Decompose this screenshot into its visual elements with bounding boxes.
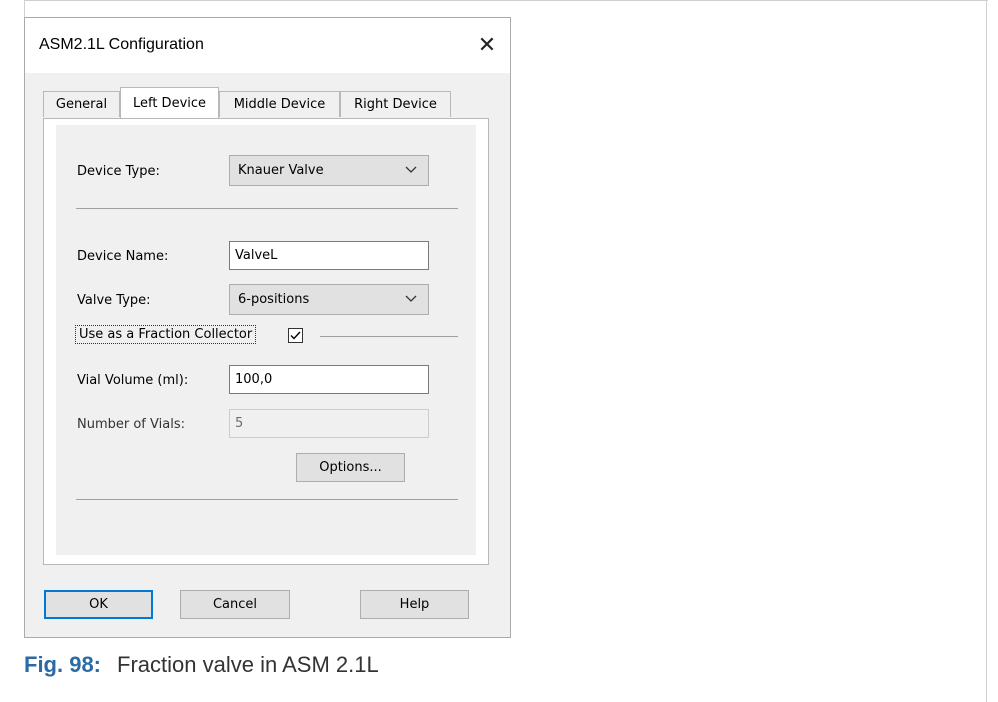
close-icon[interactable]: ✕ xyxy=(473,31,501,59)
dialog-title: ASM2.1L Configuration xyxy=(39,36,204,53)
configuration-dialog: ASM2.1L Configuration ✕ General Left Dev… xyxy=(24,17,511,638)
help-button[interactable]: Help xyxy=(360,590,469,619)
ok-button[interactable]: OK xyxy=(44,590,153,619)
vial-volume-field[interactable] xyxy=(229,365,429,394)
figure-caption-text: Fraction valve in ASM 2.1L xyxy=(117,652,379,677)
dialog-titlebar: ASM2.1L Configuration ✕ xyxy=(25,18,510,73)
number-of-vials-field xyxy=(229,409,429,438)
fraction-collector-label[interactable]: Use as a Fraction Collector xyxy=(75,325,257,344)
separator xyxy=(76,499,458,500)
device-type-dropdown[interactable]: Knauer Valve xyxy=(229,155,429,186)
device-settings-area: Device Type: Knauer Valve Device Name: V… xyxy=(56,125,476,555)
figure-caption: Fig. 98: Fraction valve in ASM 2.1L xyxy=(24,652,379,678)
tab-middle-device[interactable]: Middle Device xyxy=(219,91,340,117)
fraction-collector-checkbox[interactable] xyxy=(288,328,303,343)
device-name-input[interactable] xyxy=(230,242,428,269)
chevron-down-icon xyxy=(405,166,417,173)
checkmark-icon xyxy=(290,331,301,340)
separator xyxy=(320,336,458,337)
page-frame-top xyxy=(24,0,988,1)
tab-panel: Device Type: Knauer Valve Device Name: V… xyxy=(43,118,489,565)
vial-volume-label: Vial Volume (ml): xyxy=(77,373,189,388)
number-of-vials-input xyxy=(230,410,428,437)
tab-general[interactable]: General xyxy=(43,91,120,117)
device-name-field[interactable] xyxy=(229,241,429,270)
page-frame-right xyxy=(986,0,987,702)
device-type-value: Knauer Valve xyxy=(238,163,324,178)
separator xyxy=(76,208,458,209)
valve-type-dropdown[interactable]: 6-positions xyxy=(229,284,429,315)
tab-right-device[interactable]: Right Device xyxy=(340,91,451,117)
number-of-vials-label: Number of Vials: xyxy=(77,417,185,432)
valve-type-label: Valve Type: xyxy=(77,293,151,308)
device-name-label: Device Name: xyxy=(77,249,169,264)
device-type-label: Device Type: xyxy=(77,164,160,179)
chevron-down-icon xyxy=(405,295,417,302)
options-button[interactable]: Options... xyxy=(296,453,405,482)
figure-number: Fig. 98: xyxy=(24,652,102,677)
tab-left-device[interactable]: Left Device xyxy=(120,87,219,118)
cancel-button[interactable]: Cancel xyxy=(180,590,290,619)
vial-volume-input[interactable] xyxy=(230,366,428,393)
valve-type-value: 6-positions xyxy=(238,292,310,307)
